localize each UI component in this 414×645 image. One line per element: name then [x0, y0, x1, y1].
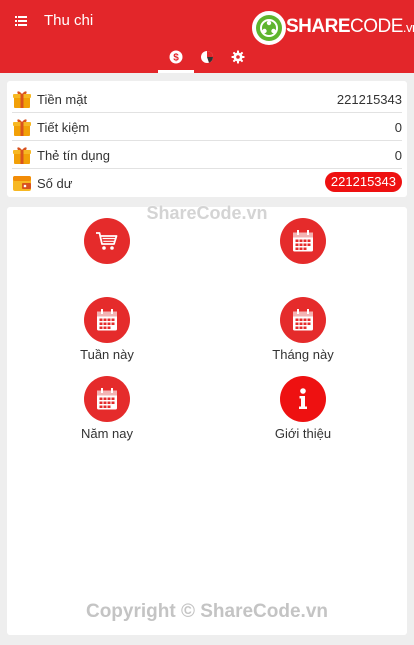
- logo-text: SHARECODE.vn: [286, 16, 414, 38]
- shopping-cart-icon: [96, 232, 118, 250]
- menu-item-label: Giới thiệu: [274, 426, 332, 441]
- balance-badge: 221215343: [324, 172, 402, 192]
- logo-brand: SHARE: [286, 16, 351, 37]
- app-bar: Thu chi SHARECODE.vn $: [0, 0, 414, 73]
- calendar-icon: [293, 230, 313, 252]
- menu-item-label: Tuần này: [80, 347, 134, 362]
- menu-icon-circle: [84, 376, 130, 422]
- gift-icon: [13, 119, 31, 136]
- summary-row-balance[interactable]: Số dư 221215343: [7, 169, 407, 197]
- logo-code: CODE: [350, 16, 403, 37]
- menu-icon-circle: [280, 297, 326, 343]
- summary-label: Thẻ tín dụng: [37, 148, 110, 163]
- calendar-icon: [293, 309, 313, 331]
- menu-icon-circle: [280, 218, 326, 264]
- menu-icon-circle: [84, 218, 130, 264]
- menu-item-this-week[interactable]: Tuần này: [42, 297, 172, 369]
- logo-mark-icon: [252, 11, 286, 45]
- calendar-icon: [97, 388, 117, 410]
- menu-grid: Tuần này Tháng này Năm nay Giới thiệu: [7, 207, 407, 635]
- gift-icon: [13, 91, 31, 108]
- summary-value: 0: [394, 148, 402, 163]
- summary-row-savings[interactable]: Tiết kiệm 0: [7, 113, 407, 141]
- menu-item-label: Tháng này: [272, 347, 334, 362]
- logo-tld: .vn: [402, 20, 414, 35]
- tab-bar: $: [0, 46, 414, 73]
- dollar-icon: $: [169, 50, 183, 64]
- summary-value: 221215343: [336, 92, 402, 107]
- menu-item-calendar[interactable]: [238, 218, 368, 290]
- pie-chart-icon: [201, 51, 214, 63]
- summary-label: Tiết kiệm: [37, 120, 90, 135]
- summary-row-cash[interactable]: Tiền mặt 221215343: [7, 85, 407, 113]
- summary-card: Tiền mặt 221215343 Tiết kiệm 0 Thẻ tín d…: [7, 81, 407, 197]
- menu-item-label: Năm nay: [80, 426, 134, 441]
- summary-label: Tiền mặt: [37, 92, 88, 107]
- menu-item-this-month[interactable]: Tháng này: [238, 297, 368, 369]
- tab-dollar[interactable]: $: [169, 50, 183, 64]
- summary-value: 0: [394, 120, 402, 135]
- tab-indicator: [158, 70, 194, 73]
- tab-chart[interactable]: [200, 50, 214, 64]
- wallet-icon: [13, 176, 31, 191]
- menu-icon-circle: [84, 297, 130, 343]
- gear-icon: [231, 50, 245, 64]
- svg-text:$: $: [173, 53, 179, 64]
- app-title: Thu chi: [44, 12, 94, 29]
- menu-icon[interactable]: [15, 16, 27, 26]
- calendar-icon: [97, 309, 117, 331]
- menu-item-about[interactable]: Giới thiệu: [238, 376, 368, 448]
- menu-item-this-year[interactable]: Năm nay: [42, 376, 172, 448]
- menu-icon-circle: [280, 376, 326, 422]
- info-icon: [299, 388, 307, 409]
- tab-settings[interactable]: [231, 50, 245, 64]
- menu-item-shopping[interactable]: [42, 218, 172, 290]
- gift-icon: [13, 147, 31, 164]
- summary-label: Số dư: [37, 176, 73, 191]
- watermark: ShareCode.vn: [146, 203, 268, 223]
- copyright-text: Copyright © ShareCode.vn: [85, 601, 329, 622]
- summary-row-credit-card[interactable]: Thẻ tín dụng 0: [7, 141, 407, 169]
